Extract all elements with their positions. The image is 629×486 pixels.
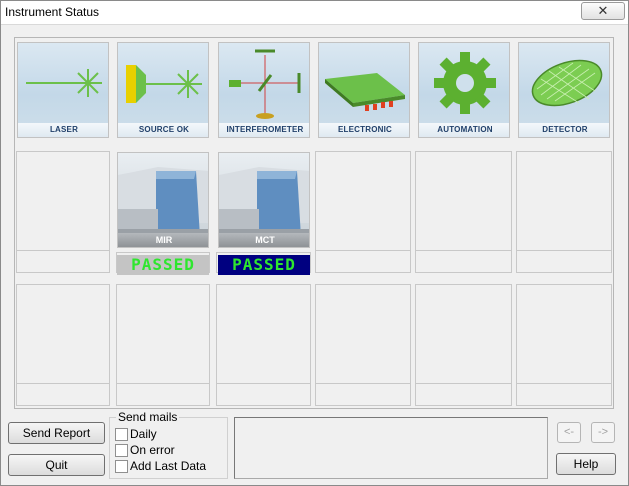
status-badge: PASSED [218,255,310,275]
checkbox-box[interactable] [115,444,128,457]
electronic-board-icon [325,73,405,111]
tile-label: ELECTRONIC [319,123,409,137]
tile-label: SOURCE OK [118,123,208,137]
checkbox-label: Daily [130,427,157,441]
tile-source[interactable]: SOURCE OK [117,42,209,138]
quit-button[interactable]: Quit [8,454,105,476]
source-icon [126,65,202,103]
checkbox-box[interactable] [115,460,128,473]
empty-cell [516,284,612,406]
detector-label: MIR [118,233,208,247]
status-badge: PASSED [117,255,209,275]
send-mails-title: Send mails [116,410,180,424]
empty-cell [315,284,411,406]
empty-cell [16,151,110,273]
tile-detector-mct[interactable]: MCT [218,152,310,248]
checkbox-box[interactable] [115,428,128,441]
close-button[interactable]: ✕ [581,2,625,20]
empty-cell [315,151,411,273]
empty-cell [216,284,311,406]
empty-cell [516,151,612,273]
tile-interferometer[interactable]: INTERFEROMETER [218,42,310,138]
spectrometer-icon [219,167,309,237]
window-title: Instrument Status [5,5,100,19]
tile-electronic[interactable]: ELECTRONIC [318,42,410,138]
gear-icon [434,52,496,114]
tile-label: LASER [18,123,108,137]
tile-automation[interactable]: AUTOMATION [418,42,510,138]
spectrometer-icon [118,167,208,237]
tile-detector[interactable]: DETECTOR [518,42,610,138]
tile-laser[interactable]: LASER [17,42,109,138]
tile-label: DETECTOR [519,123,609,137]
title-bar: Instrument Status ✕ [1,1,628,25]
interferometer-icon [229,49,301,119]
detector-label: MCT [219,233,309,247]
next-button[interactable]: -> [591,422,615,443]
tile-detector-mir[interactable]: MIR [117,152,209,248]
tile-label: INTERFEROMETER [219,123,309,137]
previous-button[interactable]: <- [557,422,581,443]
checkbox-label: On error [130,443,175,457]
tile-label: AUTOMATION [419,123,509,137]
detector-icon [531,59,603,107]
empty-cell [116,284,210,406]
help-button[interactable]: Help [556,453,616,475]
checkbox-label: Add Last Data [130,459,207,473]
empty-cell [16,284,110,406]
close-icon: ✕ [597,3,609,18]
laser-icon [26,69,102,97]
message-area [234,417,548,479]
send-report-button[interactable]: Send Report [8,422,105,444]
empty-cell [415,151,512,273]
instrument-status-window: Instrument Status ✕ LASER SOURCE OK INTE… [0,0,629,486]
empty-cell [415,284,512,406]
